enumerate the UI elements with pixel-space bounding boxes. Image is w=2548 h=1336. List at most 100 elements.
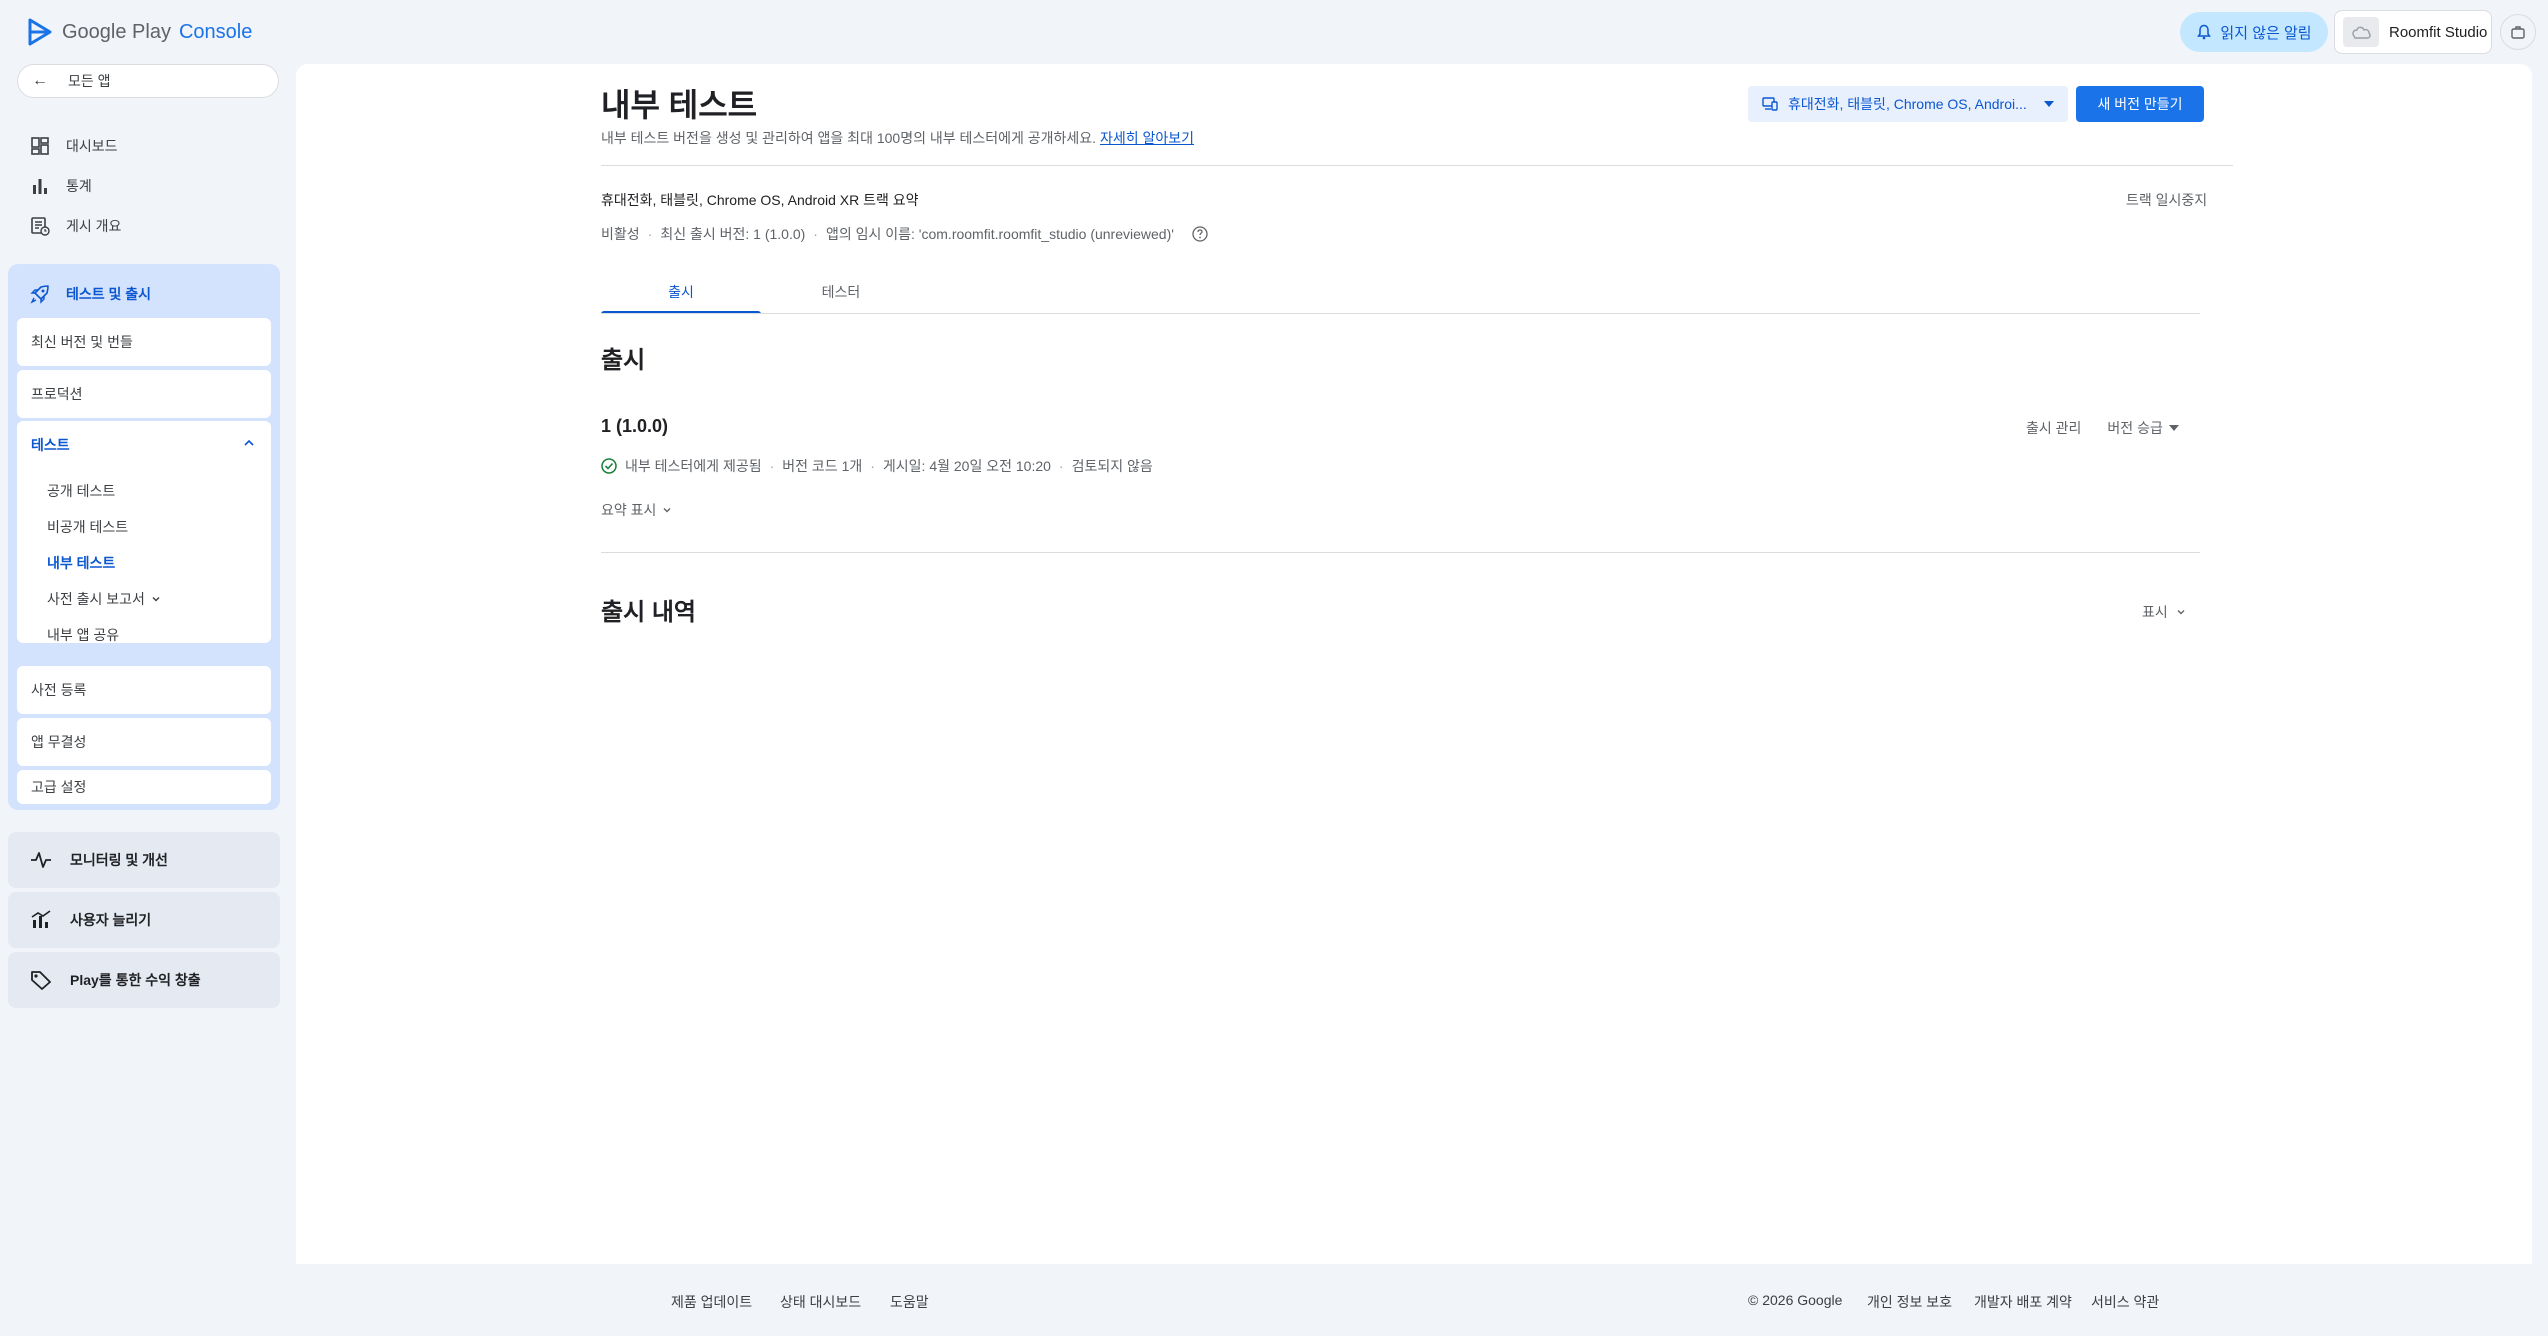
sidebar-item-open-testing[interactable]: 공개 테스트 — [47, 481, 115, 501]
learn-more-link[interactable]: 자세히 알아보기 — [1100, 130, 1194, 146]
briefcase-icon — [2511, 26, 2525, 39]
sidebar-item-label: 사전 출시 보고서 — [47, 591, 145, 607]
sidebar-item-label: 프로덕션 — [31, 386, 83, 402]
track-summary-title: 휴대전화, 태블릿, Chrome OS, Android XR 트랙 요약 — [601, 192, 919, 208]
page-title: 내부 테스트 — [601, 87, 758, 123]
release-review-status: 검토되지 않음 — [1071, 458, 1153, 474]
release-history-toggle[interactable]: 표시 — [2142, 602, 2186, 622]
separator: · — [769, 458, 775, 474]
temporary-app-name: 앱의 임시 이름: 'com.roomfit.roomfit_studio (u… — [825, 226, 1174, 242]
latest-release: 최신 출시 버전: 1 (1.0.0) — [660, 226, 806, 242]
footer-link-developer-agreement[interactable]: 개발자 배포 계약 — [1974, 1292, 2072, 1312]
logo-google-text: Google Play — [62, 20, 171, 43]
tab-releases[interactable]: 출시 — [601, 270, 761, 314]
sidebar-item-test-and-release[interactable]: 테스트 및 출시 — [30, 284, 151, 304]
tabs-divider — [601, 313, 2200, 314]
caret-down-icon — [2044, 101, 2054, 107]
sidebar-item-closed-testing[interactable]: 비공개 테스트 — [47, 517, 128, 537]
sidebar-item-label: 고급 설정 — [31, 779, 87, 795]
manage-release-button[interactable]: 출시 관리 — [2026, 418, 2081, 438]
page-description-text: 내부 테스트 버전을 생성 및 관리하여 앱을 최대 100명의 내부 테스터에… — [601, 130, 1097, 146]
tag-icon — [31, 971, 51, 990]
tab-label: 테스터 — [821, 284, 861, 300]
release-history-title: 출시 내역 — [601, 599, 696, 626]
releases-section-title: 출시 — [601, 347, 646, 374]
sidebar-item-internal-app-sharing[interactable]: 내부 앱 공유 — [47, 625, 119, 645]
footer-link-product-updates[interactable]: 제품 업데이트 — [671, 1292, 752, 1312]
cloud-icon — [2352, 26, 2371, 39]
all-apps-label: 모든 앱 — [68, 73, 111, 89]
promote-label: 버전 승급 — [2107, 420, 2163, 436]
top-bar: Google Play Console 읽지 않은 알림 Roomfit Stu… — [0, 0, 2548, 64]
sidebar-item-latest-bundles[interactable]: 최신 버전 및 번들 — [17, 318, 271, 366]
footer-link-terms[interactable]: 서비스 약관 — [2091, 1292, 2159, 1312]
sidebar-item-label: Play를 통한 수익 창출 — [70, 972, 201, 988]
account-name: Roomfit Studio — [2389, 23, 2488, 41]
page-description: 내부 테스트 버전을 생성 및 관리하여 앱을 최대 100명의 내부 테스터에… — [601, 128, 1194, 148]
sidebar-item-label: 모니터링 및 개선 — [70, 852, 168, 868]
footer-link-status-dashboard[interactable]: 상태 대시보드 — [780, 1292, 861, 1312]
notifications-button[interactable]: 읽지 않은 알림 — [2180, 12, 2328, 52]
sidebar-item-monetize[interactable]: Play를 통한 수익 창출 — [8, 952, 280, 1008]
divider — [601, 552, 2200, 553]
sidebar-item-label: 테스트 및 출시 — [66, 286, 152, 302]
bar-chart-icon — [33, 179, 47, 194]
chevron-down-icon — [2177, 610, 2185, 615]
release-tabs: 출시 테스터 — [601, 270, 2200, 314]
test-and-release-group: 테스트 및 출시 최신 버전 및 번들 프로덕션 테스트 공개 테스트 비공개 … — [8, 264, 280, 810]
footer-copyright: © 2026 Google — [1748, 1292, 1843, 1308]
sidebar-item-dashboard[interactable]: 대시보드 — [30, 136, 118, 156]
monitoring-icon — [31, 852, 51, 868]
sidebar-item-testing[interactable]: 테스트 — [31, 435, 70, 455]
help-icon[interactable] — [1192, 226, 1208, 242]
sidebar-item-label: 대시보드 — [66, 138, 118, 154]
chevron-down-icon — [152, 597, 160, 602]
play-console-logo[interactable]: Google Play Console — [28, 18, 252, 46]
rocket-icon — [30, 285, 49, 304]
grow-users-icon — [31, 910, 51, 928]
developer-account-button[interactable] — [2500, 14, 2536, 50]
sidebar-testing-section: 테스트 공개 테스트 비공개 테스트 내부 테스트 사전 출시 보고서 내부 앱… — [17, 421, 271, 643]
check-circle-icon — [601, 458, 617, 474]
footer-link-help[interactable]: 도움말 — [890, 1292, 929, 1312]
release-version-codes: 버전 코드 1개 — [782, 458, 863, 474]
sidebar-item-internal-testing[interactable]: 내부 테스트 — [47, 553, 115, 573]
track-state: 비활성 — [601, 226, 640, 242]
sidebar-item-statistics[interactable]: 통계 — [30, 176, 92, 196]
create-new-release-button[interactable]: 새 버전 만들기 — [2076, 86, 2204, 122]
divider — [601, 165, 2233, 166]
separator: · — [1058, 458, 1064, 474]
sidebar-item-advanced-settings[interactable]: 고급 설정 — [17, 770, 271, 804]
device-type-select[interactable]: 휴대전화, 태블릿, Chrome OS, Androi... — [1748, 86, 2068, 122]
notifications-label: 읽지 않은 알림 — [2220, 24, 2312, 42]
sidebar-item-monitoring[interactable]: 모니터링 및 개선 — [8, 832, 280, 888]
sidebar-item-app-integrity[interactable]: 앱 무결성 — [17, 718, 271, 766]
sidebar-item-grow-users[interactable]: 사용자 늘리기 — [8, 892, 280, 948]
sidebar-item-pre-registration[interactable]: 사전 등록 — [17, 666, 271, 714]
promote-release-button[interactable]: 버전 승급 — [2107, 418, 2179, 438]
chevron-down-icon — [663, 508, 671, 513]
tab-testers[interactable]: 테스터 — [761, 270, 921, 314]
sidebar-item-publishing-overview[interactable]: 게시 개요 — [30, 216, 121, 236]
footer-link-privacy[interactable]: 개인 정보 보호 — [1867, 1292, 1952, 1312]
show-summary-button[interactable]: 요약 표시 — [601, 500, 672, 520]
pause-track-button[interactable]: 트랙 일시중지 — [2126, 190, 2207, 210]
sidebar-item-label: 사용자 늘리기 — [70, 912, 152, 928]
account-switcher[interactable]: Roomfit Studio — [2334, 10, 2492, 54]
sidebar-item-pre-launch-report[interactable]: 사전 출시 보고서 — [47, 589, 161, 609]
chevron-up-icon[interactable] — [243, 437, 255, 449]
tab-label: 출시 — [668, 284, 694, 300]
device-select-value: 휴대전화, 태블릿, Chrome OS, Androi... — [1788, 96, 2027, 112]
show-summary-label: 요약 표시 — [601, 502, 657, 518]
separator: · — [647, 226, 653, 242]
release-availability: 내부 테스터에게 제공됨 — [625, 458, 762, 474]
all-apps-button[interactable]: ← 모든 앱 — [17, 64, 279, 98]
arrow-back-icon: ← — [32, 72, 48, 89]
release-published-date: 게시일: 4월 20일 오전 10:20 — [882, 458, 1051, 474]
dashboard-icon — [31, 137, 49, 155]
caret-down-icon — [2168, 425, 2179, 431]
sidebar-item-label: 사전 등록 — [31, 682, 87, 698]
sidebar-item-production[interactable]: 프로덕션 — [17, 370, 271, 418]
separator: · — [870, 458, 875, 474]
sidebar-item-label: 최신 버전 및 번들 — [31, 334, 133, 350]
